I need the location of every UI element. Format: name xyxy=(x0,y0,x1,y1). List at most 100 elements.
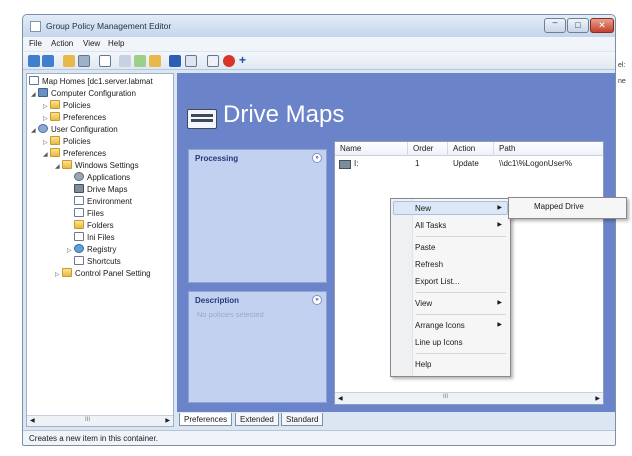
files-icon xyxy=(74,208,84,217)
mapped-drive-icon xyxy=(339,160,351,169)
list-header: Name Order Action Path xyxy=(335,142,603,156)
background-text: ne xyxy=(618,78,626,85)
menu-item-refresh[interactable]: Refresh xyxy=(415,258,443,271)
scroll-left-icon[interactable]: ◀ xyxy=(338,395,343,402)
tree-uc-preferences[interactable]: ◢ Preferences xyxy=(43,148,106,160)
scroll-thumb[interactable]: III xyxy=(85,417,90,423)
maximize-button[interactable]: □ xyxy=(567,18,589,33)
computer-icon xyxy=(38,88,48,97)
menu-file[interactable]: File xyxy=(29,39,42,48)
folder-icon xyxy=(50,112,60,121)
tree-drive-maps[interactable]: Drive Maps xyxy=(67,184,127,196)
scroll-right-icon[interactable]: ▶ xyxy=(595,395,600,402)
page-title: Drive Maps xyxy=(223,101,345,128)
menu-highlight xyxy=(393,201,508,215)
tab-standard[interactable]: Standard xyxy=(281,413,324,426)
cut-icon[interactable] xyxy=(119,55,131,67)
menu-item-view[interactable]: View xyxy=(415,297,432,310)
menu-action[interactable]: Action xyxy=(51,39,73,48)
list-horizontal-scrollbar[interactable]: ◀ III ▶ xyxy=(335,392,603,404)
menu-item-help[interactable]: Help xyxy=(415,358,431,371)
copy-icon[interactable] xyxy=(134,55,146,67)
view-tabs: Preferences Extended Standard xyxy=(177,413,615,427)
tree-root[interactable]: Map Homes [dc1.server.labmat xyxy=(29,76,153,88)
menu-help[interactable]: Help xyxy=(108,39,124,48)
menu-item-arrange-icons[interactable]: Arrange Icons xyxy=(415,319,465,332)
app-icon xyxy=(30,21,41,32)
tree-user-configuration[interactable]: ◢ User Configuration xyxy=(31,124,118,136)
folder-icon xyxy=(50,148,60,157)
tree-folders[interactable]: Folders xyxy=(67,220,114,232)
new-submenu: Mapped Drive xyxy=(508,197,627,219)
show-hide-tree-icon[interactable] xyxy=(78,55,90,67)
menu-item-mapped-drive[interactable]: Mapped Drive xyxy=(534,202,584,211)
up-folder-icon[interactable] xyxy=(63,55,75,67)
menu-item-paste[interactable]: Paste xyxy=(415,241,435,254)
tree-cc-policies[interactable]: ▷ Policies xyxy=(43,100,91,112)
scroll-thumb[interactable]: III xyxy=(443,394,448,400)
processing-title: Processing xyxy=(195,154,239,163)
menu-item-line-up-icons[interactable]: Line up Icons xyxy=(415,336,463,349)
menu-bar: File Action View Help xyxy=(23,37,615,51)
row-action: Update xyxy=(453,159,479,168)
tab-preferences[interactable]: Preferences xyxy=(179,413,233,426)
context-menu: New ▶ All Tasks ▶ Paste Refresh Export L… xyxy=(390,198,511,377)
tree-uc-policies[interactable]: ▷ Policies xyxy=(43,136,91,148)
tree-environment[interactable]: Environment xyxy=(67,196,132,208)
minimize-button[interactable]: – xyxy=(544,17,566,33)
window-title: Group Policy Management Editor xyxy=(46,21,172,31)
tree-applications[interactable]: Applications xyxy=(67,172,130,184)
description-title: Description xyxy=(195,296,240,305)
help-icon[interactable] xyxy=(169,55,181,67)
close-icon: ✕ xyxy=(598,20,606,30)
ini-file-icon xyxy=(74,232,84,241)
tab-extended[interactable]: Extended xyxy=(235,413,279,426)
collapse-description-icon[interactable]: » xyxy=(312,295,322,305)
menu-view[interactable]: View xyxy=(83,39,100,48)
add-icon[interactable]: + xyxy=(239,54,251,67)
tree-horizontal-scrollbar[interactable]: ◀ III ▶ xyxy=(27,415,173,426)
tree-ini-files[interactable]: Ini Files xyxy=(67,232,115,244)
menu-item-all-tasks[interactable]: All Tasks xyxy=(415,219,446,232)
back-icon[interactable] xyxy=(28,55,40,67)
tree-computer-configuration[interactable]: ◢ Computer Configuration xyxy=(31,88,136,100)
column-order[interactable]: Order xyxy=(413,144,433,153)
folder-icon xyxy=(62,160,72,169)
environment-icon xyxy=(74,196,84,205)
collapse-processing-icon[interactable]: » xyxy=(312,153,322,163)
row-path: \\dc1\%LogonUser% xyxy=(499,159,572,168)
column-action[interactable]: Action xyxy=(453,144,475,153)
row-name: I: xyxy=(354,159,359,168)
tree-windows-settings[interactable]: ◢ Windows Settings xyxy=(55,160,139,172)
print-icon[interactable] xyxy=(207,55,219,67)
menu-item-new[interactable]: New xyxy=(415,202,431,215)
forward-icon[interactable] xyxy=(42,55,54,67)
column-path[interactable]: Path xyxy=(499,144,515,153)
tree-files[interactable]: Files xyxy=(67,208,104,220)
menu-item-export-list[interactable]: Export List... xyxy=(415,275,459,288)
user-icon xyxy=(38,124,48,133)
stop-icon[interactable] xyxy=(223,55,235,67)
scroll-right-icon[interactable]: ▶ xyxy=(165,417,170,424)
view-icon[interactable] xyxy=(185,55,197,67)
properties-icon[interactable] xyxy=(99,55,111,67)
title-bar: Group Policy Management Editor – □ ✕ xyxy=(23,15,615,37)
tree-shortcuts[interactable]: Shortcuts xyxy=(67,256,121,268)
submenu-arrow-icon: ▶ xyxy=(497,300,502,306)
close-button[interactable]: ✕ xyxy=(590,18,614,33)
table-row[interactable]: I: 1 Update \\dc1\%LogonUser% xyxy=(335,158,603,170)
tree-cc-preferences[interactable]: ▷ Preferences xyxy=(43,112,106,124)
row-order: 1 xyxy=(415,159,420,168)
tree-control-panel-settings[interactable]: ▷ Control Panel Setting xyxy=(55,268,151,280)
toolbar: + xyxy=(23,52,615,70)
export-icon[interactable] xyxy=(149,55,161,67)
gpme-window: Group Policy Management Editor – □ ✕ Fil… xyxy=(22,14,616,446)
submenu-arrow-icon: ▶ xyxy=(497,322,502,328)
submenu-arrow-icon: ▶ xyxy=(497,205,502,211)
drive-map-icon xyxy=(74,184,84,193)
folder-icon xyxy=(50,136,60,145)
folders-icon xyxy=(74,220,84,229)
tree-registry[interactable]: ▷ Registry xyxy=(67,244,116,256)
column-name[interactable]: Name xyxy=(340,144,361,153)
scroll-left-icon[interactable]: ◀ xyxy=(30,417,35,424)
